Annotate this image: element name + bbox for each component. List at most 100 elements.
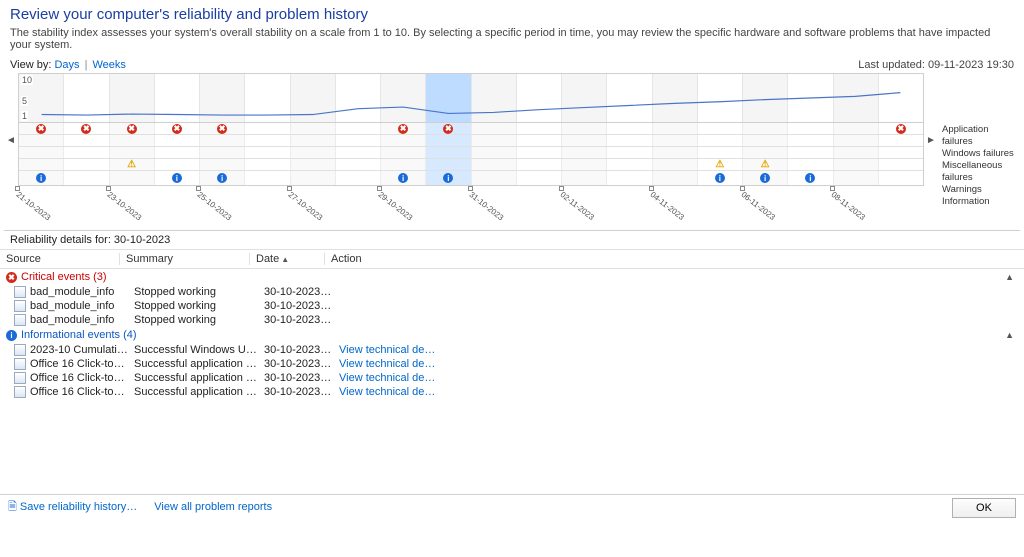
view-all-link[interactable]: View all problem reports (154, 501, 272, 513)
event-cell[interactable]: ✖ (879, 123, 923, 134)
event-cell[interactable] (155, 135, 200, 146)
group-header[interactable]: ✖Critical events (3)▲ (0, 269, 1024, 285)
event-cell[interactable] (200, 159, 245, 170)
event-cell[interactable] (200, 135, 245, 146)
event-cell[interactable] (743, 135, 788, 146)
event-cell[interactable] (517, 135, 562, 146)
plot-column[interactable] (698, 74, 743, 122)
event-cell[interactable]: i (19, 171, 64, 185)
view-details-link[interactable]: View technical de… (339, 386, 435, 398)
event-cell[interactable] (155, 147, 200, 158)
plot-column[interactable] (788, 74, 833, 122)
event-cell[interactable] (19, 147, 64, 158)
event-cell[interactable] (64, 135, 109, 146)
plot-column[interactable] (743, 74, 788, 122)
event-cell[interactable] (834, 123, 879, 134)
col-action[interactable]: Action (325, 250, 1024, 268)
plot-column[interactable] (472, 74, 517, 122)
event-cell[interactable] (426, 159, 471, 170)
event-cell[interactable] (517, 147, 562, 158)
event-cell[interactable] (834, 159, 879, 170)
event-cell[interactable] (834, 147, 879, 158)
event-cell[interactable] (607, 135, 652, 146)
event-cell[interactable] (291, 135, 336, 146)
event-cell[interactable] (743, 159, 788, 170)
event-cell[interactable] (291, 171, 336, 185)
event-cell[interactable] (291, 147, 336, 158)
event-cell[interactable] (64, 159, 109, 170)
event-cell[interactable] (19, 159, 64, 170)
event-cell[interactable]: i (426, 171, 471, 185)
event-cell[interactable] (245, 123, 290, 134)
detail-row[interactable]: 2023-10 Cumulative Update Previ…Successf… (0, 343, 1024, 357)
event-cell[interactable] (291, 123, 336, 134)
plot-column[interactable] (879, 74, 923, 122)
event-cell[interactable] (653, 135, 698, 146)
viewby-days[interactable]: Days (54, 59, 79, 71)
event-cell[interactable]: i (743, 171, 788, 185)
plot-column[interactable] (607, 74, 652, 122)
plot-column[interactable] (110, 74, 155, 122)
ok-button[interactable]: OK (952, 498, 1016, 518)
detail-row[interactable]: Office 16 Click-to-Run Extensibilit…Succ… (0, 357, 1024, 371)
event-cell[interactable] (200, 147, 245, 158)
view-details-link[interactable]: View technical de… (339, 358, 435, 370)
event-cell[interactable]: i (788, 171, 833, 185)
event-cell[interactable] (607, 147, 652, 158)
event-cell[interactable] (698, 123, 743, 134)
event-cell[interactable]: i (155, 171, 200, 185)
event-cell[interactable] (336, 171, 381, 185)
plot-column[interactable] (336, 74, 381, 122)
event-cell[interactable] (517, 159, 562, 170)
save-history-link[interactable]: Save reliability history… (20, 501, 137, 513)
event-cell[interactable] (381, 135, 426, 146)
event-cell[interactable] (788, 123, 833, 134)
event-cell[interactable] (336, 159, 381, 170)
event-cell[interactable] (245, 171, 290, 185)
plot-column[interactable] (155, 74, 200, 122)
plot-column[interactable] (291, 74, 336, 122)
event-cell[interactable] (517, 171, 562, 185)
event-cell[interactable] (743, 147, 788, 158)
event-cell[interactable] (110, 159, 155, 170)
event-cell[interactable] (426, 135, 471, 146)
event-cell[interactable] (64, 147, 109, 158)
event-cell[interactable] (245, 147, 290, 158)
event-cell[interactable] (562, 147, 607, 158)
plot-column[interactable] (562, 74, 607, 122)
event-cell[interactable] (562, 123, 607, 134)
stability-plot[interactable]: 10 5 1 (18, 73, 924, 123)
event-cell[interactable] (879, 147, 923, 158)
event-cell[interactable] (788, 135, 833, 146)
plot-column[interactable] (200, 74, 245, 122)
col-summary[interactable]: Summary (120, 250, 250, 268)
event-cell[interactable] (653, 123, 698, 134)
event-cell[interactable] (245, 159, 290, 170)
event-cell[interactable] (698, 147, 743, 158)
event-cell[interactable] (562, 171, 607, 185)
event-cell[interactable]: ✖ (110, 123, 155, 134)
plot-column[interactable] (381, 74, 426, 122)
event-cell[interactable]: ✖ (426, 123, 471, 134)
event-cell[interactable] (607, 123, 652, 134)
view-details-link[interactable]: View technical de… (339, 344, 435, 356)
detail-row[interactable]: Office 16 Click-to-Run Extensibilit…Succ… (0, 371, 1024, 385)
event-cell[interactable] (336, 135, 381, 146)
event-cell[interactable] (653, 147, 698, 158)
plot-column[interactable] (426, 74, 471, 122)
event-cell[interactable]: ✖ (64, 123, 109, 134)
event-cell[interactable] (110, 147, 155, 158)
event-cell[interactable] (426, 147, 471, 158)
event-cell[interactable] (517, 123, 562, 134)
chart-scroll-right[interactable]: ► (924, 73, 938, 208)
event-cell[interactable] (653, 171, 698, 185)
event-cell[interactable] (245, 135, 290, 146)
collapse-icon[interactable]: ▲ (1005, 330, 1014, 340)
event-cell[interactable] (698, 135, 743, 146)
viewby-weeks[interactable]: Weeks (92, 59, 125, 71)
event-cell[interactable] (19, 135, 64, 146)
event-cell[interactable] (607, 159, 652, 170)
event-cell[interactable] (788, 159, 833, 170)
col-date[interactable]: Date▲ (250, 250, 325, 268)
event-cell[interactable] (879, 171, 923, 185)
